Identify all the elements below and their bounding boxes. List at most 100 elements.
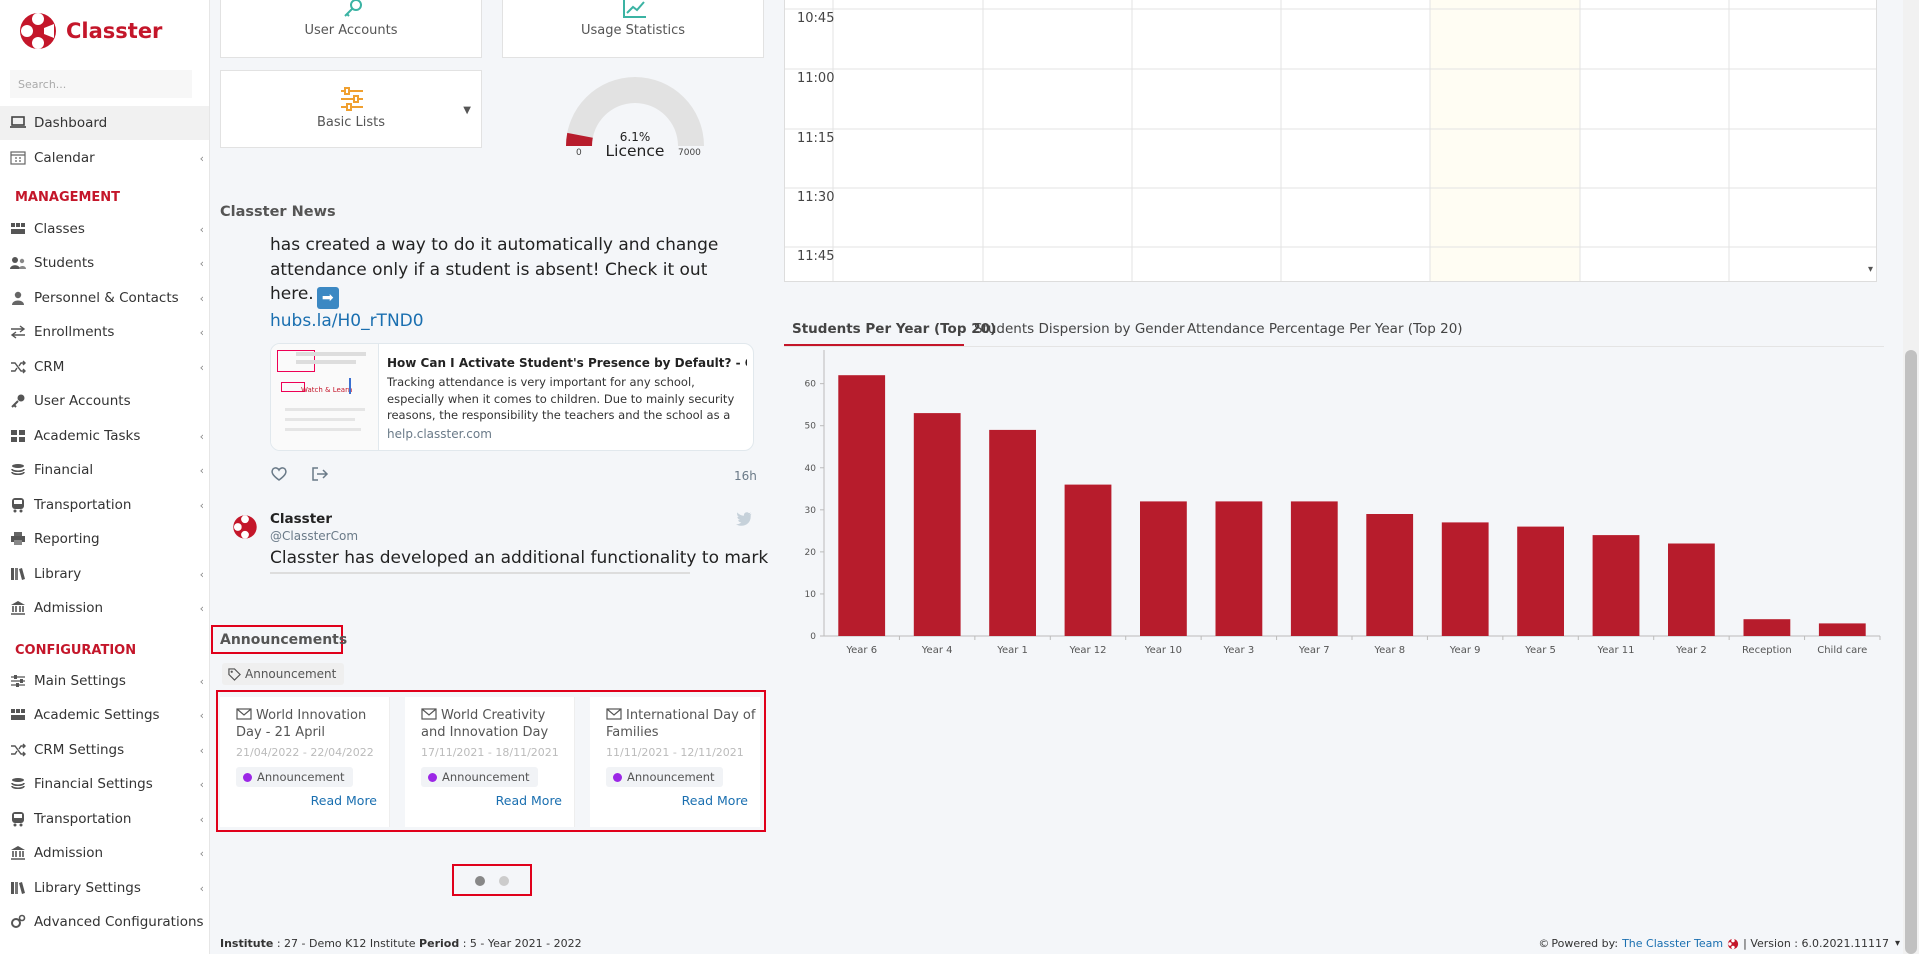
read-more-link[interactable]: Read More xyxy=(496,793,562,808)
sidebar-item-crm[interactable]: CRM ‹ xyxy=(0,350,209,384)
sidebar-item-library-settings[interactable]: Library Settings ‹ xyxy=(0,871,209,905)
sidebar-item-label: Financial Settings xyxy=(34,776,153,792)
x-tick-label: Year 4 xyxy=(921,645,953,656)
printer-icon xyxy=(9,531,27,547)
preview-thumbnail: Watch & Learn xyxy=(271,344,379,450)
sidebar-item-user-accounts[interactable]: User Accounts xyxy=(0,384,209,418)
sidebar-item-dashboard[interactable]: Dashboard xyxy=(0,106,209,140)
page-scrollbar-thumb[interactable] xyxy=(1905,350,1917,954)
bar-year-8[interactable] xyxy=(1366,514,1414,636)
sidebar-item-admission[interactable]: Admission ‹ xyxy=(0,836,209,870)
classter-team-link[interactable]: The Classter Team xyxy=(1622,937,1723,950)
preview-title: How Can I Activate Student's Presence by… xyxy=(387,356,747,370)
sidebar-item-personnel-contacts[interactable]: Personnel & Contacts ‹ xyxy=(0,281,209,315)
scroll-down-icon[interactable]: ▾ xyxy=(1868,264,1873,275)
institute-label: Institute xyxy=(220,937,274,950)
usage-statistics-card[interactable]: Usage Statistics xyxy=(502,0,764,58)
bus-icon xyxy=(9,811,27,827)
search-input[interactable] xyxy=(10,70,192,98)
chevron-left-icon: ‹ xyxy=(199,744,204,757)
envelope-icon xyxy=(236,708,252,720)
bar-reception[interactable] xyxy=(1743,619,1791,636)
footer: Institute : 27 - Demo K12 Institute Peri… xyxy=(210,930,1900,954)
heart-icon[interactable] xyxy=(270,466,288,482)
chevron-left-icon: ‹ xyxy=(199,430,204,443)
sidebar-item-label: Admission xyxy=(34,845,104,861)
powered-by-label: Powered by: xyxy=(1551,937,1619,950)
chevron-left-icon: ‹ xyxy=(199,257,204,270)
students-icon xyxy=(9,255,27,271)
sidebar: Classter DashboardCalendar‹ Classes‹Stude… xyxy=(0,0,210,954)
bar-year-7[interactable] xyxy=(1290,501,1338,636)
y-tick-label: 60 xyxy=(805,380,817,390)
usage-statistics-label: Usage Statistics xyxy=(580,23,686,38)
tweet-2-overflow xyxy=(270,572,750,580)
chevron-left-icon: ‹ xyxy=(199,675,204,688)
sidebar-item-transportation[interactable]: Transportation ‹ xyxy=(0,802,209,836)
grid-icon xyxy=(9,428,27,444)
announcement-card[interactable]: International Day of Families 11/11/2021… xyxy=(590,697,760,827)
sidebar-item-main-settings[interactable]: Main Settings ‹ xyxy=(0,664,209,698)
logo[interactable]: Classter xyxy=(18,10,162,52)
sidebar-item-library[interactable]: Library ‹ xyxy=(0,557,209,591)
sidebar-item-financial-settings[interactable]: Financial Settings ‹ xyxy=(0,767,209,801)
sidebar-item-admission[interactable]: Admission ‹ xyxy=(0,591,209,625)
read-more-link[interactable]: Read More xyxy=(311,793,377,808)
licence-gauge: 6.1% Licence 0 7000 xyxy=(560,74,710,166)
carousel-dot-active[interactable] xyxy=(475,876,485,886)
sidebar-item-reporting[interactable]: Reporting xyxy=(0,522,209,556)
read-more-link[interactable]: Read More xyxy=(682,793,748,808)
sidebar-item-students[interactable]: Students ‹ xyxy=(0,246,209,280)
announcement-card[interactable]: World Creativity and Innovation Day 17/1… xyxy=(405,697,575,827)
basic-lists-card[interactable]: Basic Lists ▼ xyxy=(220,70,482,148)
bar-year-6[interactable] xyxy=(838,375,886,636)
tweet-1-time: 16h xyxy=(734,469,757,483)
share-icon[interactable] xyxy=(311,466,329,482)
tweet-1-link-preview[interactable]: Watch & Learn How Can I Activate Student… xyxy=(270,343,754,451)
tweet-2-name[interactable]: Classter xyxy=(270,511,332,527)
tab-students-dispersion-by-gender[interactable]: Students Dispersion by Gender xyxy=(974,321,1185,337)
sidebar-item-academic-settings[interactable]: Academic Settings ‹ xyxy=(0,698,209,732)
x-tick-label: Year 2 xyxy=(1675,645,1707,656)
building-icon xyxy=(9,845,27,861)
dropdown-caret-icon[interactable]: ▼ xyxy=(463,105,471,116)
sidebar-item-crm-settings[interactable]: CRM Settings ‹ xyxy=(0,733,209,767)
sidebar-item-advanced-configurations[interactable]: Advanced Configurations xyxy=(0,905,209,939)
period-label: Period xyxy=(419,937,460,950)
user-accounts-card[interactable]: User Accounts xyxy=(220,0,482,58)
y-tick-label: 0 xyxy=(810,632,816,642)
announcement-filter-tag[interactable]: Announcement xyxy=(222,663,345,685)
bar-year-2[interactable] xyxy=(1668,543,1715,637)
bar-year-1[interactable] xyxy=(989,429,1036,636)
sidebar-item-classes[interactable]: Classes ‹ xyxy=(0,212,209,246)
chevron-left-icon: ‹ xyxy=(199,464,204,477)
sidebar-item-label: CRM xyxy=(34,359,65,375)
tweet-2-handle[interactable]: @ClassterCom xyxy=(270,529,358,543)
bar-year-9[interactable] xyxy=(1441,522,1489,636)
bar-child-care[interactable] xyxy=(1818,623,1866,636)
announcement-card[interactable]: World Innovation Day - 21 April 21/04/20… xyxy=(220,697,390,827)
sidebar-item-academic-tasks[interactable]: Academic Tasks ‹ xyxy=(0,419,209,453)
sidebar-item-calendar[interactable]: Calendar ‹ xyxy=(0,141,209,175)
news-title: Classter News xyxy=(220,204,336,220)
bar-year-4[interactable] xyxy=(913,413,961,636)
twitter-bird-icon[interactable] xyxy=(736,512,752,526)
bar-year-11[interactable] xyxy=(1592,535,1640,636)
tweet-1-link[interactable]: hubs.la/H0_rTND0 xyxy=(270,311,424,331)
bar-year-5[interactable] xyxy=(1517,526,1564,636)
sidebar-item-enrollments[interactable]: Enrollments ‹ xyxy=(0,315,209,349)
carousel-dot[interactable] xyxy=(499,876,509,886)
tab-attendance-percentage[interactable]: Attendance Percentage Per Year (Top 20) xyxy=(1187,321,1463,337)
bar-year-10[interactable] xyxy=(1140,501,1187,636)
tab-students-per-year[interactable]: Students Per Year (Top 20) xyxy=(792,321,996,337)
coins-icon xyxy=(9,462,27,478)
sidebar-item-financial[interactable]: Financial ‹ xyxy=(0,453,209,487)
sidebar-item-transportation[interactable]: Transportation ‹ xyxy=(0,488,209,522)
announcements-title: Announcements xyxy=(220,632,348,648)
chevron-left-icon: ‹ xyxy=(199,813,204,826)
calendar-day-view[interactable]: 10:45 11:00 11:15 11:30 11:45 ▾ xyxy=(784,0,1877,282)
chevron-down-icon[interactable]: ▾ xyxy=(1895,938,1900,949)
bar-year-3[interactable] xyxy=(1215,501,1263,636)
bar-year-12[interactable] xyxy=(1064,484,1112,636)
building-icon xyxy=(9,600,27,616)
